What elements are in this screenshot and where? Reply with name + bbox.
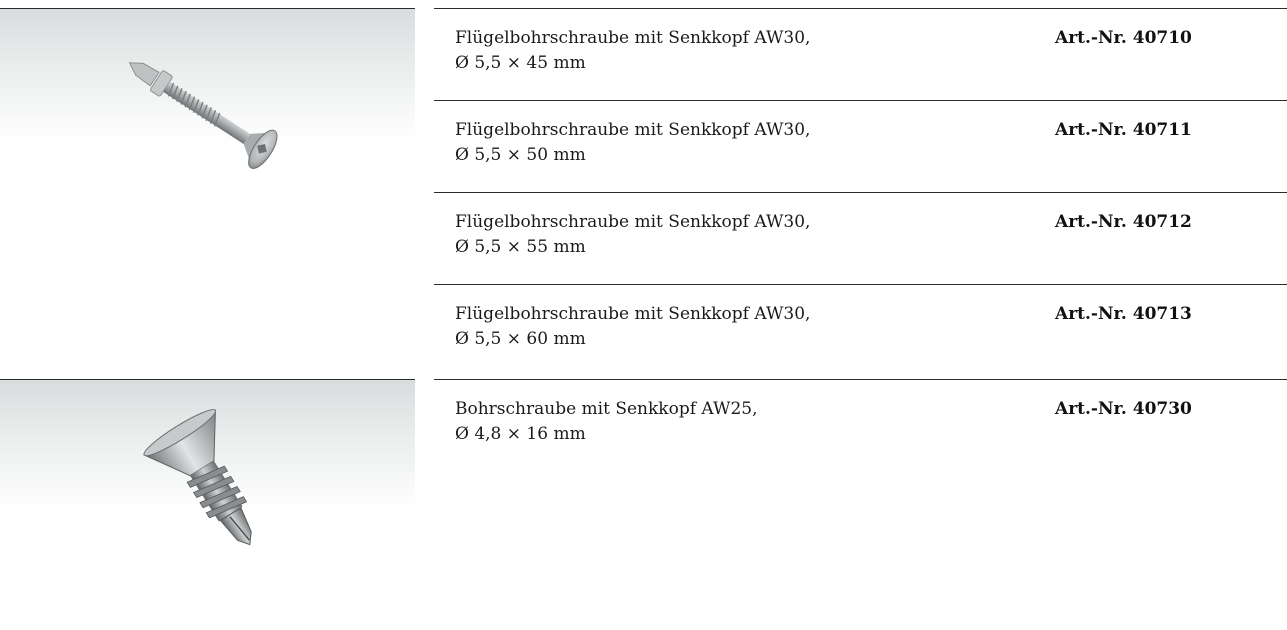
product-name: Flügelbohrschraube mit Senkkopf AW30, <box>455 212 811 232</box>
product-name: Bohrschraube mit Senkkopf AW25, <box>455 399 758 419</box>
product-row: Flügelbohrschraube mit Senkkopf AW30, Ø … <box>434 192 1287 284</box>
product-description: Flügelbohrschraube mit Senkkopf AW30, Ø … <box>455 26 810 76</box>
product-rows: Bohrschraube mit Senkkopf AW25, Ø 4,8 × … <box>434 379 1287 471</box>
product-image-cell <box>0 379 415 546</box>
product-row: Bohrschraube mit Senkkopf AW25, Ø 4,8 × … <box>434 379 1287 471</box>
product-size: Ø 5,5 × 60 mm <box>455 329 586 349</box>
article-number: Art.-Nr. 40710 <box>1055 28 1192 48</box>
drill-screw-countersunk-image <box>143 409 252 546</box>
article-number: Art.-Nr. 40713 <box>1055 304 1192 324</box>
product-description: Bohrschraube mit Senkkopf AW25, Ø 4,8 × … <box>455 397 758 447</box>
product-rows: Flügelbohrschraube mit Senkkopf AW30, Ø … <box>434 8 1287 376</box>
product-size: Ø 5,5 × 50 mm <box>455 145 586 165</box>
article-number: Art.-Nr. 40712 <box>1055 212 1192 232</box>
product-description: Flügelbohrschraube mit Senkkopf AW30, Ø … <box>455 210 810 260</box>
wing-drill-screw-countersunk-image <box>128 62 278 169</box>
product-row: Flügelbohrschraube mit Senkkopf AW30, Ø … <box>434 100 1287 192</box>
product-size: Ø 5,5 × 45 mm <box>455 53 586 73</box>
product-size: Ø 4,8 × 16 mm <box>455 424 586 444</box>
product-description: Flügelbohrschraube mit Senkkopf AW30, Ø … <box>455 118 810 168</box>
product-name: Flügelbohrschraube mit Senkkopf AW30, <box>455 304 811 324</box>
product-size: Ø 5,5 × 55 mm <box>455 237 586 257</box>
product-group-drill-screws: Bohrschraube mit Senkkopf AW25, Ø 4,8 × … <box>0 379 1287 630</box>
product-name: Flügelbohrschraube mit Senkkopf AW30, <box>455 28 811 48</box>
product-row: Flügelbohrschraube mit Senkkopf AW30, Ø … <box>434 8 1287 100</box>
article-number: Art.-Nr. 40711 <box>1055 120 1192 140</box>
product-description: Flügelbohrschraube mit Senkkopf AW30, Ø … <box>455 302 810 352</box>
product-row: Flügelbohrschraube mit Senkkopf AW30, Ø … <box>434 284 1287 376</box>
product-group-wing-drill-screws: Flügelbohrschraube mit Senkkopf AW30, Ø … <box>0 8 1287 378</box>
article-number: Art.-Nr. 40730 <box>1055 399 1192 419</box>
product-name: Flügelbohrschraube mit Senkkopf AW30, <box>455 120 811 140</box>
product-image-cell <box>0 8 415 169</box>
